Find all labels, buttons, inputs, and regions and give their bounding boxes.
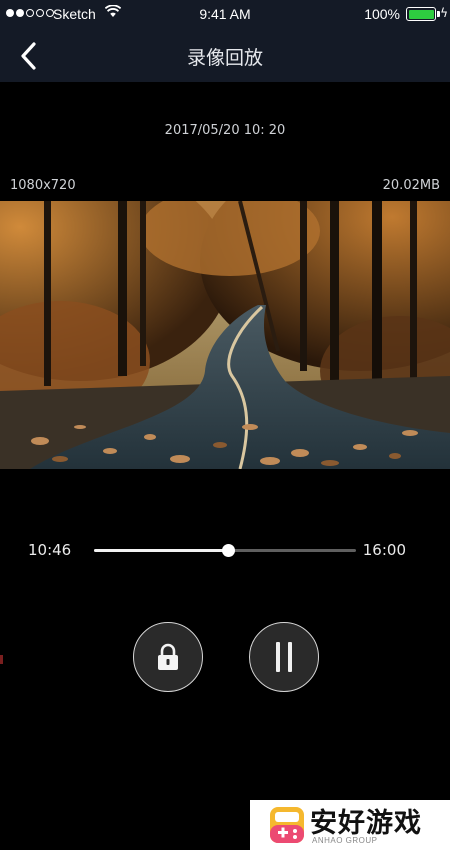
gamepad-logo-icon [270,807,304,843]
battery-percent: 100% [364,6,400,22]
lock-button[interactable] [133,622,203,692]
charging-bolt-icon: ϟ [440,6,448,20]
page-title: 录像回放 [186,47,263,69]
nav-bar: 录像回放 [0,30,450,82]
watermark-subtitle: ANHAO GROUP [312,836,378,845]
total-time: 16:00 [362,541,406,559]
battery-icon [406,7,436,21]
pause-icon [272,642,296,672]
progress-thumb[interactable] [221,544,235,557]
progress-slider[interactable] [94,544,356,557]
pause-button[interactable] [249,622,319,692]
file-size: 20.02MB [382,178,440,193]
watermark-title: 安好游戏 [310,808,422,839]
video-thumbnail [0,201,450,469]
edge-indicator [0,655,3,664]
video-frame[interactable] [0,201,450,469]
recording-datetime: 2017/05/20 10: 20 [164,123,286,138]
progress-fill [94,549,228,552]
watermark: 安好游戏 ANHAO GROUP [250,800,450,850]
lock-icon [158,643,178,670]
current-time: 10:46 [28,541,72,559]
video-resolution: 1080x720 [10,178,76,193]
status-bar: Sketch 9:41 AM 100% ϟ [0,0,450,30]
